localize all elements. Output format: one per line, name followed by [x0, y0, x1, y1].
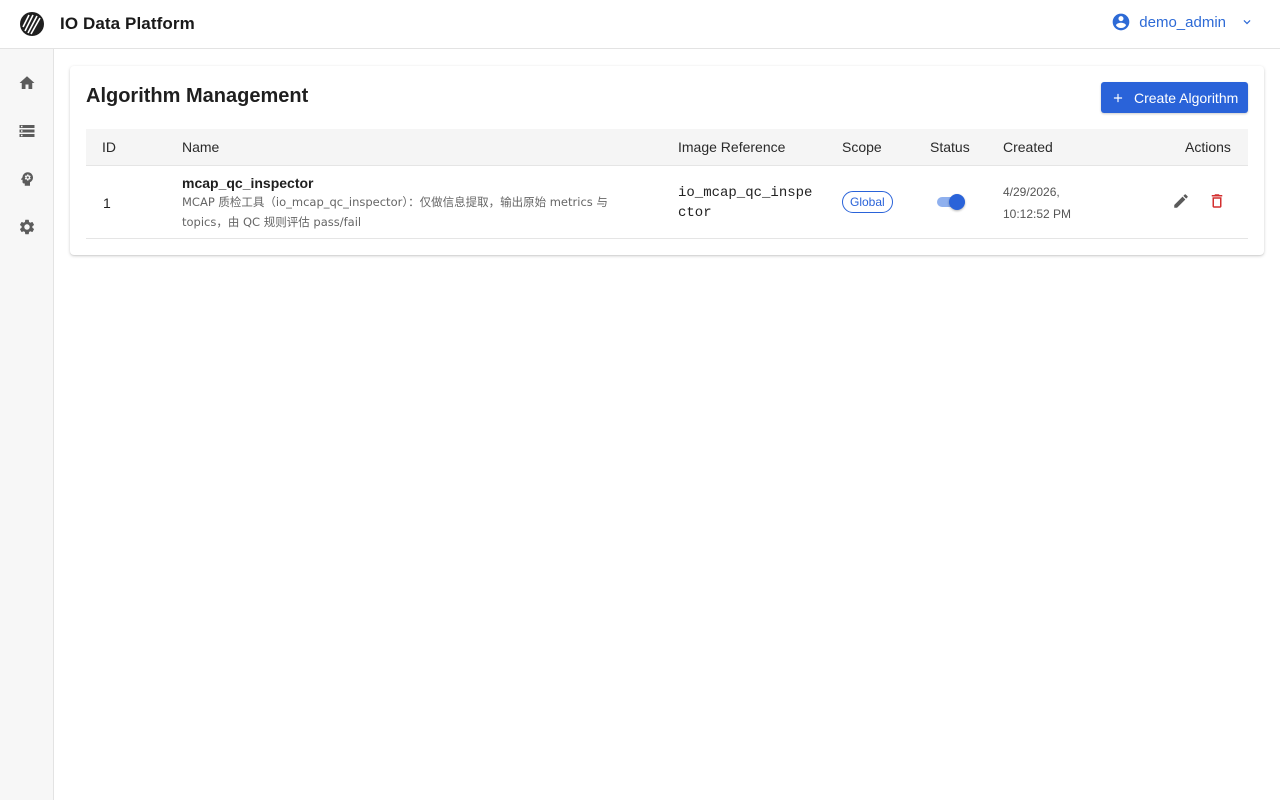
- account-circle-icon: [1112, 13, 1130, 31]
- column-header-created[interactable]: Created: [1003, 139, 1053, 155]
- plus-icon: [1113, 93, 1123, 102]
- column-header-scope[interactable]: Scope: [842, 139, 882, 155]
- home-icon: [19, 76, 35, 89]
- column-header-id[interactable]: ID: [102, 139, 116, 155]
- pencil-icon: [1174, 194, 1188, 208]
- create-algorithm-button[interactable]: Create Algorithm: [1101, 82, 1248, 113]
- user-name: demo_admin: [1139, 13, 1226, 31]
- brain-head-icon: [20, 172, 33, 186]
- algorithm-description: MCAP 质检工具（io_mcap_qc_inspector）：仅做信息提取，输…: [182, 195, 608, 229]
- edit-button[interactable]: [1172, 192, 1190, 210]
- sidebar: [0, 49, 54, 800]
- created-date: 4/29/2026,: [1003, 185, 1060, 199]
- status-toggle[interactable]: [936, 194, 968, 210]
- platform-logo-icon[interactable]: [19, 11, 45, 37]
- page-title: Algorithm Management: [86, 85, 309, 107]
- table-row[interactable]: 1 mcap_qc_inspector MCAP 质检工具（io_mcap_qc…: [86, 166, 1248, 239]
- column-header-actions: Actions: [1185, 139, 1231, 155]
- algorithms-table: ID Name Image Reference Scope Status Cre…: [86, 129, 1248, 239]
- gear-icon: [19, 219, 35, 235]
- status-cell: [936, 194, 968, 210]
- row-id: 1: [103, 195, 111, 211]
- scope-cell: Global: [842, 191, 893, 213]
- column-header-name[interactable]: Name: [182, 139, 219, 155]
- image-reference: io_mcap_qc_inspector: [678, 185, 813, 221]
- algorithm-management-card: Algorithm Management Create Algorithm ID…: [70, 66, 1264, 255]
- sidebar-item-settings[interactable]: [14, 214, 40, 240]
- sidebar-item-data[interactable]: [14, 118, 40, 144]
- user-menu[interactable]: demo_admin: [1111, 12, 1254, 32]
- sidebar-item-home[interactable]: [14, 70, 40, 96]
- actions-cell: [1172, 192, 1226, 210]
- table-header-row: ID Name Image Reference Scope Status Cre…: [86, 129, 1248, 166]
- delete-button[interactable]: [1208, 192, 1226, 210]
- created-time: 10:12:52 PM: [1003, 207, 1072, 221]
- top-app-bar: IO Data Platform demo_admin: [0, 0, 1280, 49]
- column-header-status[interactable]: Status: [930, 139, 970, 155]
- column-header-image[interactable]: Image Reference: [678, 139, 785, 155]
- create-algorithm-label: Create Algorithm: [1134, 89, 1239, 106]
- row-name-cell: mcap_qc_inspector MCAP 质检工具（io_mcap_qc_i…: [182, 175, 642, 232]
- app-title[interactable]: IO Data Platform: [60, 14, 195, 34]
- sidebar-item-algorithms[interactable]: [14, 166, 40, 192]
- scope-badge: Global: [842, 191, 893, 213]
- list-storage-icon: [19, 125, 35, 137]
- chevron-down-icon: [1243, 20, 1251, 25]
- trash-icon: [1211, 194, 1223, 208]
- created-cell: 4/29/2026, 10:12:52 PM: [1003, 181, 1071, 225]
- toggle-thumb: [949, 194, 965, 210]
- algorithm-name: mcap_qc_inspector: [182, 175, 314, 191]
